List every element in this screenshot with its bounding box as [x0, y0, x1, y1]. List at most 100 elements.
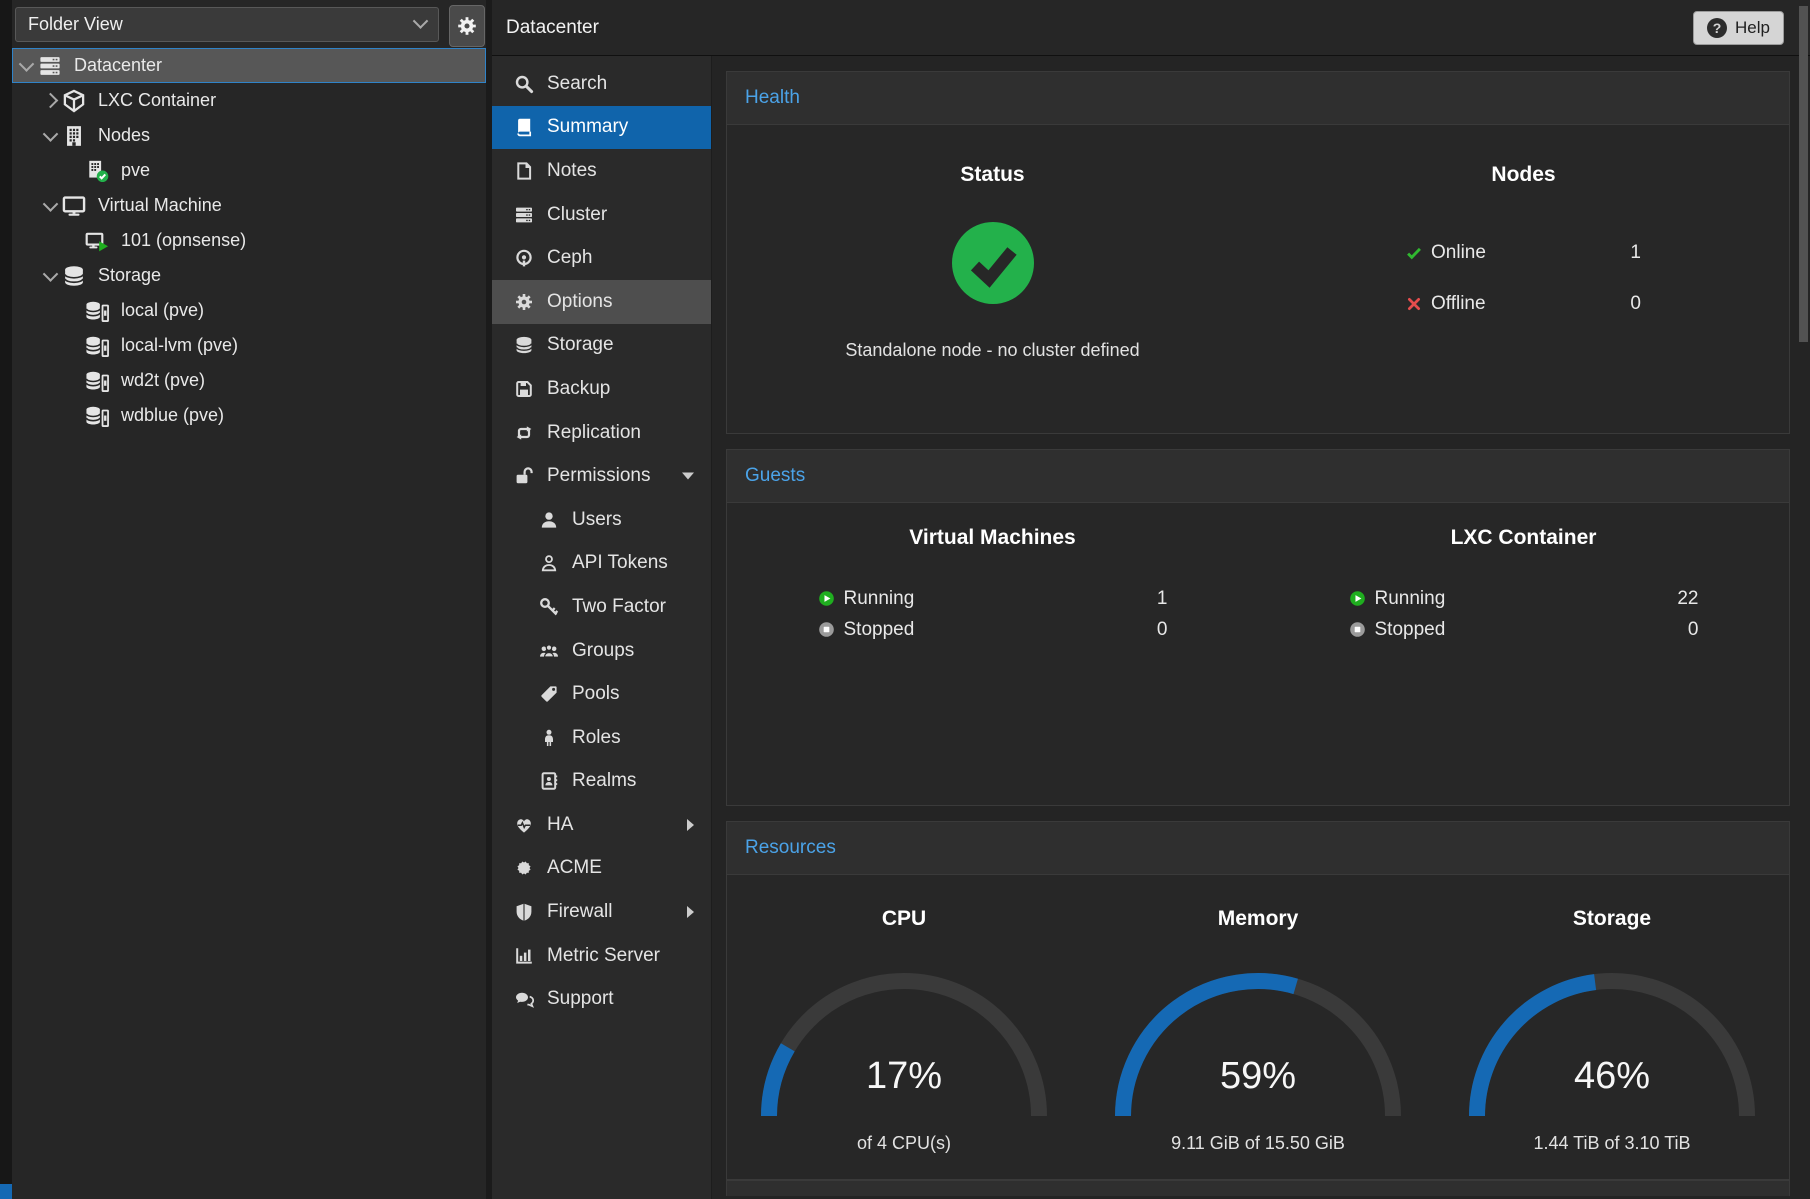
- tree-item-nodes[interactable]: Nodes: [12, 118, 486, 153]
- gauge-memory: Memory59%9.11 GiB of 15.50 GiB: [1081, 875, 1435, 1179]
- tree-item-wd2t-pve[interactable]: wd2t (pve): [12, 363, 486, 398]
- proxmox-app-window: Folder View Datacenter LXC Container Nodes…: [0, 0, 1810, 1199]
- menu-item-api-tokens[interactable]: API Tokens: [492, 542, 711, 586]
- user-outline-icon: [539, 553, 559, 573]
- help-button[interactable]: ? Help: [1693, 11, 1784, 45]
- expanded-caret-icon[interactable]: [43, 200, 58, 211]
- menu-item-roles[interactable]: Roles: [492, 716, 711, 760]
- gauge-subtitle: of 4 CPU(s): [857, 1133, 951, 1154]
- heartbeat-icon: [514, 815, 534, 835]
- expanded-caret-icon[interactable]: [19, 60, 34, 71]
- menu-item-two-factor[interactable]: Two Factor: [492, 585, 711, 629]
- resources-section-header: Resources: [727, 822, 1789, 875]
- menu-item-summary[interactable]: Summary: [492, 106, 711, 150]
- gear-icon: [514, 292, 534, 312]
- menu-item-label: ACME: [547, 857, 602, 879]
- tree-item-label: LXC Container: [98, 90, 216, 111]
- health-section-header: Health: [727, 72, 1789, 125]
- question-circle-icon: ?: [1707, 18, 1727, 38]
- tag-icon: [539, 684, 559, 704]
- menu-item-label: Users: [572, 509, 622, 531]
- menu-item-permissions[interactable]: Permissions: [492, 454, 711, 498]
- guests-section-header: Guests: [727, 450, 1789, 503]
- stat-label: Offline: [1431, 293, 1486, 315]
- menu-item-label: Options: [547, 291, 612, 313]
- vm-running-icon: [85, 229, 109, 253]
- menu-item-metric-server[interactable]: Metric Server: [492, 934, 711, 978]
- guest-column-heading: LXC Container: [1451, 525, 1597, 551]
- tree-item-label: pve: [121, 160, 150, 181]
- resources-section: Resources CPU17%of 4 CPU(s)Memory59%9.11…: [726, 821, 1790, 1180]
- menu-item-acme[interactable]: ACME: [492, 847, 711, 891]
- menu-item-pools[interactable]: Pools: [492, 672, 711, 716]
- menu-item-notes[interactable]: Notes: [492, 149, 711, 193]
- tree-settings-button[interactable]: [449, 5, 485, 47]
- menu-item-ha[interactable]: HA: [492, 803, 711, 847]
- search-icon: [514, 74, 534, 94]
- view-mode-select[interactable]: Folder View: [15, 7, 439, 42]
- storage-icon: [85, 334, 109, 358]
- main-scrollbar: [1798, 2, 1809, 1199]
- gauge-chart: 17%: [759, 971, 1049, 1126]
- chevron-down-icon: [413, 13, 429, 29]
- menu-item-label: Firewall: [547, 901, 612, 923]
- tree-item-label: wdblue (pve): [121, 405, 224, 426]
- database-icon: [514, 335, 534, 355]
- storage-icon: [85, 404, 109, 428]
- monitor-icon: [62, 194, 86, 218]
- support-icon: [514, 989, 534, 1009]
- help-button-label: Help: [1735, 18, 1770, 38]
- cluster-icon: [514, 205, 534, 225]
- menu-item-search[interactable]: Search: [492, 62, 711, 106]
- summary-content: Health Status Standalone node - no clust…: [712, 56, 1810, 1199]
- play-circle-icon: [818, 590, 835, 607]
- menu-item-support[interactable]: Support: [492, 977, 711, 1021]
- floppy-icon: [514, 379, 534, 399]
- stat-label: Running: [844, 588, 915, 610]
- database-icon: [62, 264, 86, 288]
- tree-item-label: 101 (opnsense): [121, 230, 246, 251]
- top-bar: Datacenter ? Help: [492, 0, 1810, 56]
- tree-item-pve[interactable]: pve: [12, 153, 486, 188]
- menu-item-users[interactable]: Users: [492, 498, 711, 542]
- menu-item-label: HA: [547, 814, 573, 836]
- menu-item-label: Notes: [547, 160, 597, 182]
- tree-item-wdblue-pve[interactable]: wdblue (pve): [12, 398, 486, 433]
- gauge-percent-label: 17%: [759, 1055, 1049, 1098]
- scrollbar-thumb[interactable]: [1799, 6, 1808, 342]
- ceph-icon: [514, 248, 534, 268]
- collapsed-caret-icon[interactable]: [43, 95, 58, 106]
- gauge-heading: Memory: [1218, 906, 1299, 932]
- key-icon: [539, 597, 559, 617]
- tree-item-local-pve[interactable]: local (pve): [12, 293, 486, 328]
- menu-item-groups[interactable]: Groups: [492, 629, 711, 673]
- menu-item-backup[interactable]: Backup: [492, 367, 711, 411]
- tree-item-lxc-container[interactable]: LXC Container: [12, 83, 486, 118]
- tree-item-storage[interactable]: Storage: [12, 258, 486, 293]
- stat-value: 1: [1630, 242, 1641, 264]
- tree-item-101-opnsense[interactable]: 101 (opnsense): [12, 223, 486, 258]
- tree-item-local-lvm-pve[interactable]: local-lvm (pve): [12, 328, 486, 363]
- storage-icon: [85, 369, 109, 393]
- menu-item-options[interactable]: Options: [492, 280, 711, 324]
- submenu-collapsed-arrow-icon: [687, 819, 694, 831]
- check-circle-icon: [952, 222, 1034, 304]
- stat-value: 0: [1630, 293, 1641, 315]
- menu-item-label: API Tokens: [572, 552, 668, 574]
- menu-item-realms[interactable]: Realms: [492, 760, 711, 804]
- container-icon: [62, 89, 86, 113]
- menu-item-storage[interactable]: Storage: [492, 324, 711, 368]
- expanded-caret-icon[interactable]: [43, 270, 58, 281]
- stat-label: Stopped: [844, 619, 915, 641]
- menu-item-label: Backup: [547, 378, 610, 400]
- menu-item-firewall[interactable]: Firewall: [492, 890, 711, 934]
- menu-item-ceph[interactable]: Ceph: [492, 236, 711, 280]
- menu-item-replication[interactable]: Replication: [492, 411, 711, 455]
- menu-item-cluster[interactable]: Cluster: [492, 193, 711, 237]
- tree-item-datacenter[interactable]: Datacenter: [12, 48, 486, 83]
- tree-item-virtual-machine[interactable]: Virtual Machine: [12, 188, 486, 223]
- cluster-status-column: Status Standalone node - no cluster defi…: [727, 125, 1258, 433]
- cross-icon: [1406, 296, 1422, 312]
- expanded-caret-icon[interactable]: [43, 130, 58, 141]
- menu-item-label: Ceph: [547, 247, 592, 269]
